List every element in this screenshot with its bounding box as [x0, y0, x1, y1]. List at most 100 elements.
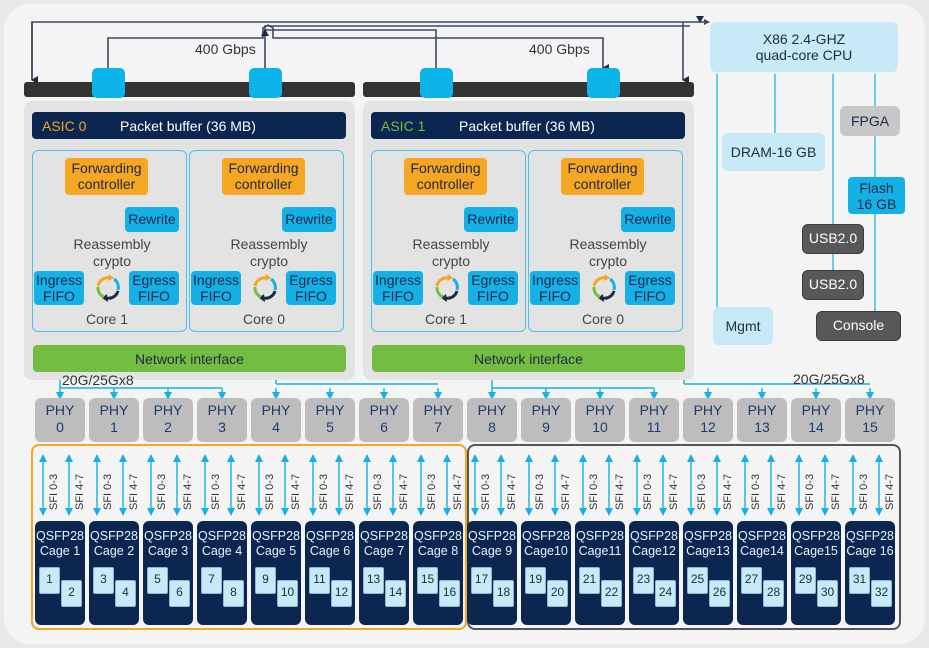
port-number: 25 — [687, 567, 708, 594]
port-number: 9 — [255, 567, 276, 594]
phy-label: PHY — [153, 402, 183, 418]
core-label: Core 0 — [581, 311, 625, 327]
egress-fifo: Egress FIFO — [625, 271, 675, 305]
port-number: 27 — [741, 567, 762, 594]
port-number: 11 — [309, 567, 330, 594]
phy-14: PHY 14 — [791, 398, 841, 442]
cage-type: QSFP28 — [36, 529, 84, 543]
qsfp28-cage-10: QSFP28 Cage10 19 20 — [521, 521, 571, 625]
phy-number: 3 — [218, 419, 226, 435]
crypto-text: crypto — [588, 253, 628, 269]
cage-name: Cage 16 — [846, 544, 894, 558]
cage-type: QSFP28 — [684, 529, 732, 543]
phy-12: PHY 12 — [683, 398, 733, 442]
network-interface: Network interface — [372, 345, 685, 372]
cpu-line1: X86 2.4-GHZ — [762, 31, 846, 47]
link-label-left: 20G/25Gx8 — [62, 372, 134, 388]
sfi-label: SFI 4-7 — [506, 473, 518, 510]
cage-type: QSFP28 — [846, 529, 894, 543]
sfi-label: SFI 0-3 — [102, 473, 114, 510]
cage-name: Cage12 — [632, 544, 676, 558]
cpu-line2: quad-core CPU — [755, 47, 853, 63]
packet-buffer-label: Packet buffer (36 MB) — [120, 117, 256, 134]
port-number: 1 — [39, 567, 60, 594]
cage-name: Cage10 — [524, 544, 568, 558]
egress-fifo: Egress FIFO — [286, 271, 336, 305]
phy-label: PHY — [99, 402, 129, 418]
crypto-text: crypto — [431, 253, 471, 269]
port-number: 5 — [147, 567, 168, 594]
phy-number: 7 — [434, 419, 442, 435]
fpga-box: FPGA — [840, 106, 900, 136]
sfi-label: SFI 0-3 — [588, 473, 600, 510]
cage-type: QSFP28 — [576, 529, 624, 543]
qsfp28-cage-16: QSFP28 Cage 16 31 32 — [845, 521, 895, 625]
phy-9: PHY 9 — [521, 398, 571, 442]
egress-fifo: Egress FIFO — [129, 271, 179, 305]
port-number: 14 — [385, 580, 406, 607]
phy-number: 1 — [110, 419, 118, 435]
port-number: 13 — [363, 567, 384, 594]
crypto-cycle-icon — [253, 274, 277, 302]
reassembly-label: Reassembly crypto — [209, 236, 329, 270]
qsfp28-cage-11: QSFP28 Cage11 21 22 — [575, 521, 625, 625]
phy-label: PHY — [45, 402, 75, 418]
sfi-label: SFI 4-7 — [560, 473, 572, 510]
phy-7: PHY 7 — [413, 398, 463, 442]
port-number: 31 — [849, 567, 870, 594]
reassembly-text: Reassembly — [230, 236, 308, 252]
crypto-cycle-icon — [592, 274, 616, 302]
phy-number: 6 — [380, 419, 388, 435]
reassembly-label: Reassembly crypto — [548, 236, 668, 270]
sfi-label: SFI 4-7 — [290, 473, 302, 510]
phy-number: 10 — [592, 419, 608, 435]
forwarding-controller: Forwarding controller — [222, 158, 305, 195]
core-label: Core 1 — [85, 311, 129, 327]
sfi-label: SFI 0-3 — [858, 473, 870, 510]
phy-label: PHY — [747, 402, 777, 418]
bandwidth-label-right: 400 Gbps — [529, 41, 590, 57]
phy-8: PHY 8 — [467, 398, 517, 442]
cage-type: QSFP28 — [738, 529, 786, 543]
sfi-label: SFI 4-7 — [344, 473, 356, 510]
sfi-label: SFI 4-7 — [182, 473, 194, 510]
phy-number: 2 — [164, 419, 172, 435]
cage-name: Cage 2 — [93, 544, 135, 558]
qsfp28-cage-4: QSFP28 Cage 4 7 8 — [197, 521, 247, 625]
phy-number: 12 — [700, 419, 716, 435]
sfi-label: SFI 4-7 — [776, 473, 788, 510]
phy-2: PHY 2 — [143, 398, 193, 442]
packet-buffer-label: Packet buffer (36 MB) — [459, 117, 595, 134]
cage-name: Cage 5 — [255, 544, 297, 558]
packet-buffer: ASIC 0 Packet buffer (36 MB) — [32, 112, 346, 139]
port-number: 26 — [709, 580, 730, 607]
port-number: 8 — [223, 580, 244, 607]
phy-label: PHY — [531, 402, 561, 418]
sfi-label: SFI 4-7 — [236, 473, 248, 510]
core-label: Core 0 — [242, 311, 286, 327]
cpu-box: X86 2.4-GHZ quad-core CPU — [710, 22, 898, 72]
ingress-fifo: Ingress FIFO — [373, 271, 423, 305]
port-number: 16 — [439, 580, 460, 607]
sfi-label: SFI 4-7 — [398, 473, 410, 510]
port-number: 3 — [93, 567, 114, 594]
phy-number: 4 — [272, 419, 280, 435]
crypto-cycle-icon — [435, 274, 459, 302]
fabric-port — [587, 68, 620, 98]
cage-type: QSFP28 — [306, 529, 354, 543]
fabric-port — [92, 68, 125, 98]
dram-box: DRAM-16 GB — [722, 133, 825, 171]
qsfp28-cage-2: QSFP28 Cage 2 3 4 — [89, 521, 139, 625]
sfi-label: SFI 4-7 — [668, 473, 680, 510]
packet-buffer: ASIC 1 Packet buffer (36 MB) — [371, 112, 685, 139]
core-label: Core 1 — [424, 311, 468, 327]
phy-0: PHY 0 — [35, 398, 85, 442]
cage-name: Cage15 — [794, 544, 838, 558]
reassembly-label: Reassembly crypto — [52, 236, 172, 270]
sfi-label: SFI 0-3 — [804, 473, 816, 510]
phy-number: 9 — [542, 419, 550, 435]
cage-type: QSFP28 — [90, 529, 138, 543]
qsfp28-cage-15: QSFP28 Cage15 29 30 — [791, 521, 841, 625]
asic-name: ASIC 0 — [42, 117, 87, 134]
phy-5: PHY 5 — [305, 398, 355, 442]
